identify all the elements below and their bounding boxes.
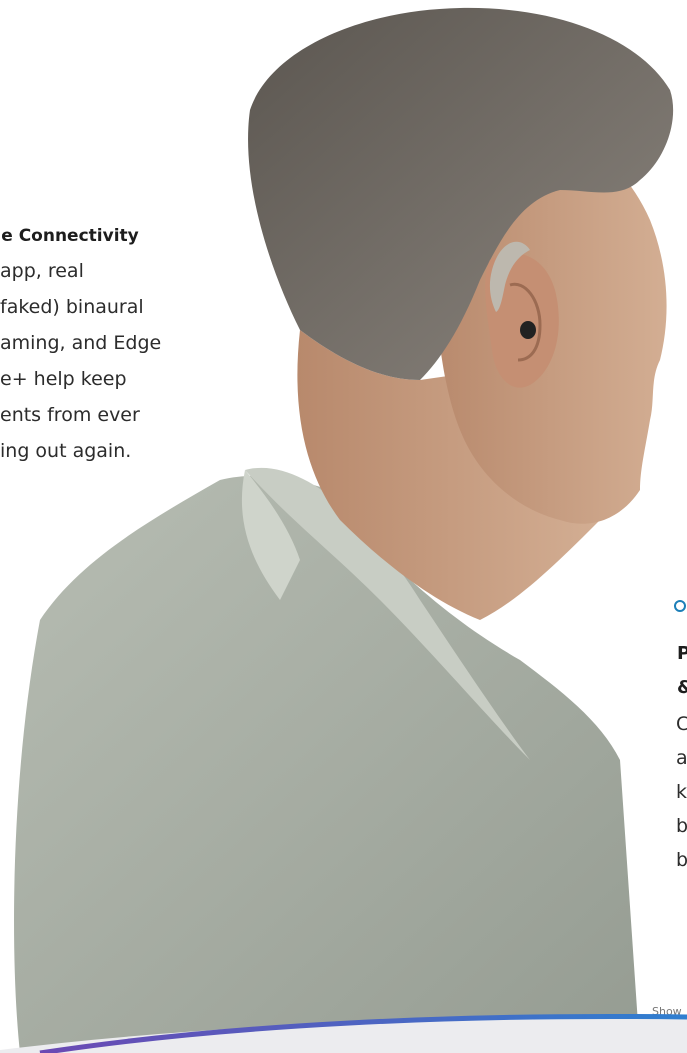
feature-line-6: ing out again. <box>0 440 132 462</box>
feature-right-line-5: b <box>676 849 687 871</box>
feature-line-4: e+ help keep <box>0 368 127 390</box>
feature-right-line-1: C <box>676 713 687 735</box>
hero-illustration <box>14 7 674 1053</box>
feature-right-title-1: P <box>677 643 687 664</box>
feature-right-line-4: b <box>676 815 687 837</box>
feature-right-title-2: & <box>677 677 687 698</box>
feature-right-line-2: a <box>676 747 687 769</box>
footer-wave <box>0 1013 687 1053</box>
feature-line-2: faked) binaural <box>0 296 144 318</box>
feature-line-5: ents from ever <box>0 404 140 426</box>
ring-icon <box>674 600 686 612</box>
feature-right-line-3: k <box>676 781 687 803</box>
feature-line-3: aming, and Edge <box>0 332 162 354</box>
hero-stage: atile Connectivity app, real faked) bina… <box>0 0 687 1053</box>
feature-title: atile Connectivity <box>0 226 139 246</box>
feature-line-1: app, real <box>0 260 84 282</box>
